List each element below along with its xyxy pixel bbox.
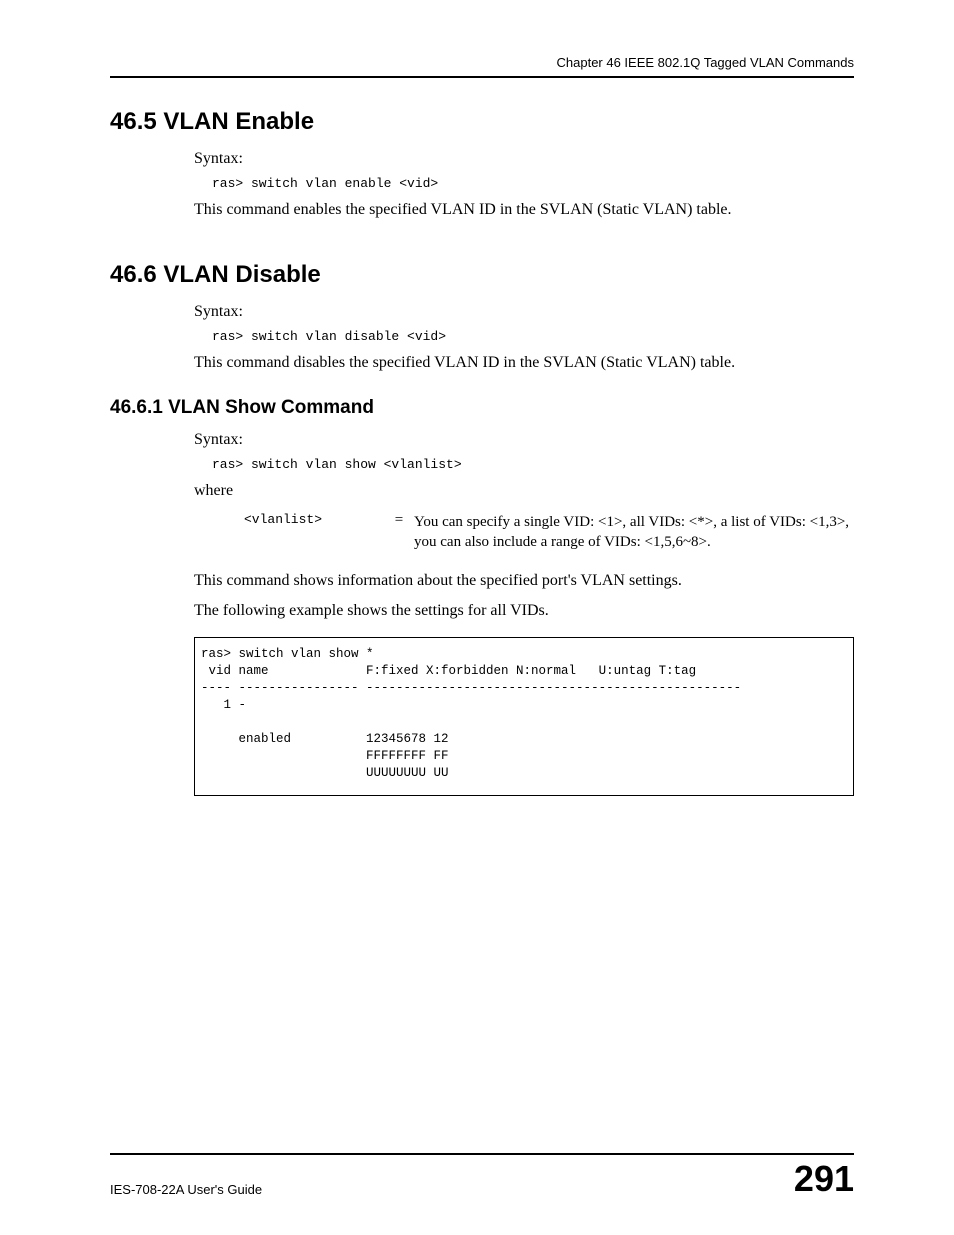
syntax-label: Syntax: bbox=[194, 150, 854, 168]
syntax-label: Syntax: bbox=[194, 303, 854, 321]
where-desc: You can specify a single VID: <1>, all V… bbox=[414, 512, 854, 553]
example-output: ras> switch vlan show * vid name F:fixed… bbox=[194, 637, 854, 796]
where-row: <vlanlist> = You can specify a single VI… bbox=[244, 512, 854, 553]
where-param: <vlanlist> bbox=[244, 512, 384, 553]
section-46-5-heading: 46.5 VLAN Enable bbox=[110, 108, 854, 136]
page-footer: IES-708-22A User's Guide 291 bbox=[110, 1153, 854, 1197]
page-number: 291 bbox=[794, 1161, 854, 1197]
syntax-label: Syntax: bbox=[194, 431, 854, 449]
where-label: where bbox=[194, 480, 854, 502]
code-vlan-disable: ras> switch vlan disable <vid> bbox=[212, 329, 854, 344]
section-46-6-1-heading: 46.6.1 VLAN Show Command bbox=[110, 397, 854, 419]
footer-rule bbox=[110, 1153, 854, 1155]
desc-vlan-enable: This command enables the specified VLAN … bbox=[194, 199, 854, 221]
desc-vlan-show-1: This command shows information about the… bbox=[194, 570, 854, 592]
code-vlan-enable: ras> switch vlan enable <vid> bbox=[212, 176, 854, 191]
where-eq: = bbox=[384, 512, 414, 553]
section-46-6-heading: 46.6 VLAN Disable bbox=[110, 261, 854, 289]
code-vlan-show: ras> switch vlan show <vlanlist> bbox=[212, 457, 854, 472]
footer-guide-name: IES-708-22A User's Guide bbox=[110, 1182, 262, 1197]
desc-vlan-disable: This command disables the specified VLAN… bbox=[194, 352, 854, 374]
desc-vlan-show-2: The following example shows the settings… bbox=[194, 600, 854, 622]
chapter-header: Chapter 46 IEEE 802.1Q Tagged VLAN Comma… bbox=[110, 55, 854, 70]
header-rule bbox=[110, 76, 854, 78]
